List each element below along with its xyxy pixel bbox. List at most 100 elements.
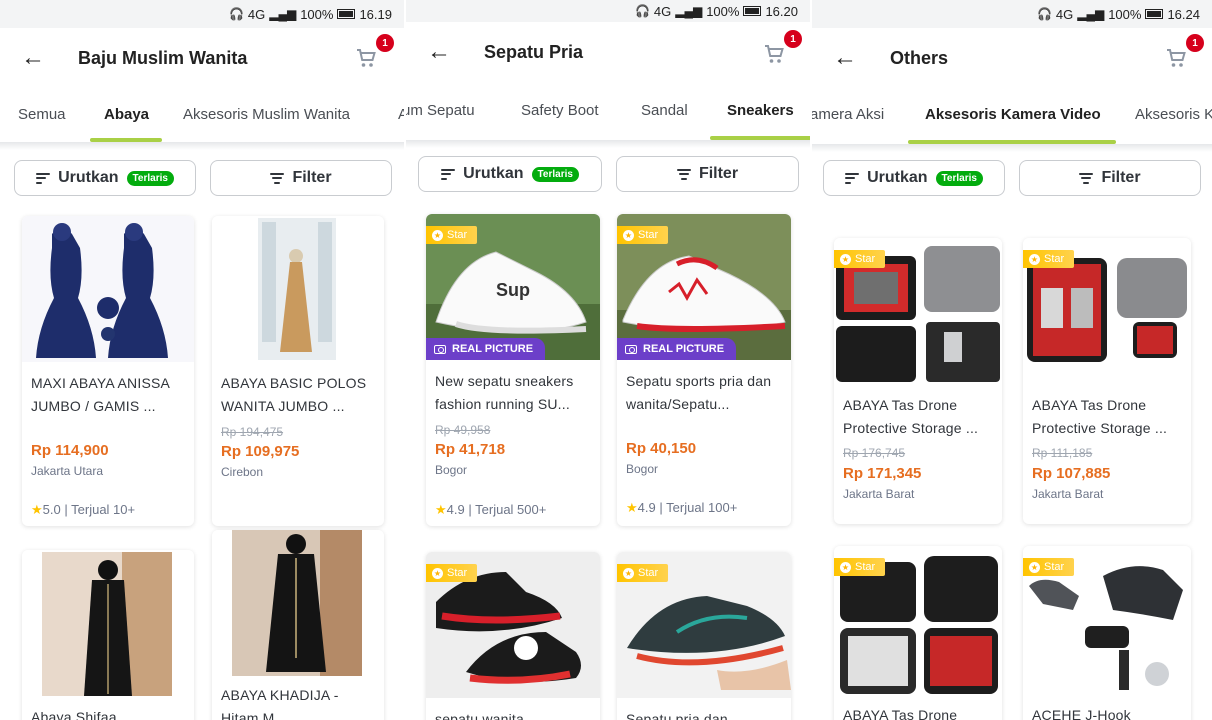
status-time: 16.19 xyxy=(359,6,392,22)
star-badge: ★ Star xyxy=(834,250,886,268)
tab-sneakers[interactable]: Sneakers xyxy=(727,102,794,119)
back-button[interactable]: ← xyxy=(422,35,456,69)
product-card[interactable]: ★ Star ACEHE J-Hook xyxy=(1023,546,1191,720)
tab-safety-boot[interactable]: Safety Boot xyxy=(521,102,599,119)
tab-aksesoris-muslim-wanita[interactable]: Aksesoris Muslim Wanita xyxy=(183,106,350,123)
shopping-cart-icon xyxy=(765,45,784,63)
sort-label: Urutkan xyxy=(58,169,119,186)
product-name: ABAYA KHADIJA - Hitam M xyxy=(221,687,339,720)
category-tabs: amera Aksi Aksesoris Kamera Video Akseso… xyxy=(812,92,1212,144)
star-badge: ★ Star xyxy=(426,564,478,582)
product-price: Rp 114,900 xyxy=(31,442,109,459)
svg-text:Sup: Sup xyxy=(496,280,530,300)
product-rating: ★4.9 | Terjual 500+ xyxy=(435,502,547,517)
sort-button[interactable]: Urutkan Terlaris xyxy=(14,160,196,196)
app-header: ← Baju Muslim Wanita xyxy=(0,28,404,88)
cart-count-badge: 1 xyxy=(376,34,394,52)
product-card[interactable]: Sup ★ Star REAL PICTURE New sepatu sneake… xyxy=(426,214,600,526)
star-icon: ★ xyxy=(623,567,634,579)
product-card[interactable]: ABAYA KHADIJA - Hitam M xyxy=(212,530,384,720)
status-time: 16.20 xyxy=(765,3,798,19)
product-location: Bogor xyxy=(435,463,468,477)
product-image: ★ Star xyxy=(1023,238,1191,384)
star-icon: ★ xyxy=(623,229,634,241)
star-badge: ★ Star xyxy=(1023,558,1075,576)
product-image xyxy=(22,216,194,362)
product-card[interactable]: ABAYA BASIC POLOS WANITA JUMBO ... Rp 19… xyxy=(212,216,384,526)
panel-divider xyxy=(404,0,406,720)
page-title: Baju Muslim Wanita xyxy=(78,47,248,68)
app-header: ← Others xyxy=(812,28,1212,88)
tab-aksesoris-kamera-video[interactable]: Aksesoris Kamera Video xyxy=(925,106,1101,123)
product-price: Rp 41,718 xyxy=(435,441,506,458)
filter-label: Filter xyxy=(1101,169,1141,186)
product-card[interactable]: ★ Star REAL PICTURE Sepatu sports pria da… xyxy=(617,214,791,526)
network-label: 4G xyxy=(653,3,672,19)
status-time: 16.24 xyxy=(1167,6,1200,22)
tab-semua[interactable]: Semua xyxy=(18,106,66,123)
battery-percent: 100% xyxy=(300,6,334,22)
cart-button[interactable]: 1 xyxy=(762,30,802,72)
tabs-shadow xyxy=(812,144,1212,152)
battery-percent: 100% xyxy=(1108,6,1142,22)
screen-others: 🎧 4G ▂▄▆ 100% 16.24 ← Others 1 amera Aks… xyxy=(812,0,1212,720)
star-icon: ★ xyxy=(840,253,851,265)
product-card[interactable]: ★ Star ABAYA Tas Drone Protective Storage… xyxy=(1023,238,1191,524)
headphone-icon: 🎧 xyxy=(1036,7,1052,21)
product-image: ★ Star xyxy=(1023,546,1191,696)
sort-pill: Terlaris xyxy=(935,170,983,186)
filter-lines-icon xyxy=(1079,172,1094,184)
signal-icon: ▂▄▆ xyxy=(269,7,297,21)
sort-lines-icon xyxy=(845,172,860,184)
sort-pill: Terlaris xyxy=(126,170,174,186)
back-button[interactable]: ← xyxy=(16,41,50,75)
product-image: ★ Star xyxy=(426,552,600,698)
tab-partial[interactable]: Aksesoris K xyxy=(1135,106,1212,123)
product-name: ACEHE J-Hook xyxy=(1032,707,1131,720)
product-image: Sup ★ Star REAL PICTURE xyxy=(426,214,600,360)
product-card[interactable]: ★ Star ABAYA Tas Drone xyxy=(834,546,1002,720)
product-image: ★ Star xyxy=(834,238,1002,384)
page-title: Others xyxy=(890,47,949,68)
filter-button[interactable]: Filter xyxy=(616,156,799,192)
product-card[interactable]: ★ Star Sepatu pria dan xyxy=(617,552,791,720)
sort-button[interactable]: Urutkan Terlaris xyxy=(823,160,1005,196)
product-price: Rp 40,150 xyxy=(626,440,697,457)
status-bar: 🎧 4G ▂▄▆ 100% 16.19 xyxy=(0,0,404,28)
product-location: Jakarta Barat xyxy=(843,487,915,501)
product-name: Sepatu pria dan xyxy=(626,711,728,720)
sort-pill: Terlaris xyxy=(531,166,579,182)
star-badge: ★ Star xyxy=(426,226,478,244)
tab-sandal[interactable]: Sandal xyxy=(641,102,688,119)
shopping-cart-icon xyxy=(1167,49,1186,67)
product-card[interactable]: MAXI ABAYA ANISSA JUMBO / GAMIS ... Rp 1… xyxy=(22,216,194,526)
tab-partial[interactable]: um Sepatu xyxy=(406,102,475,119)
sort-label: Urutkan xyxy=(463,165,524,182)
screen-sepatu-pria: 🎧 4G ▂▄▆ 100% 16.20 ← Sepatu Pria 1 um S… xyxy=(406,0,810,720)
product-card[interactable]: ★ Star ABAYA Tas Drone Protective Storage… xyxy=(834,238,1002,524)
star-badge: ★ Star xyxy=(617,226,669,244)
product-name: Sepatu sports pria dan wanita/Sepatu... xyxy=(626,373,772,412)
product-card[interactable]: ★ Star sepatu wanita xyxy=(426,552,600,720)
sort-button[interactable]: Urutkan Terlaris xyxy=(418,156,602,192)
screen-baju-muslim-wanita: 🎧 4G ▂▄▆ 100% 16.19 ← Baju Muslim Wanita… xyxy=(0,0,404,720)
filter-button[interactable]: Filter xyxy=(1019,160,1201,196)
product-card[interactable]: Abaya Shifaa xyxy=(22,550,194,720)
cart-button[interactable]: 1 xyxy=(1164,34,1204,76)
tab-partial[interactable]: amera Aksi xyxy=(812,106,884,123)
star-badge: ★ Star xyxy=(834,558,886,576)
product-location: Bogor xyxy=(626,462,659,476)
cart-button[interactable]: 1 xyxy=(354,34,394,76)
product-original-price: Rp 194,475 xyxy=(221,425,284,439)
product-price: Rp 171,345 xyxy=(843,465,922,482)
filter-lines-icon xyxy=(676,168,691,180)
page-title: Sepatu Pria xyxy=(484,41,584,62)
product-image xyxy=(22,550,194,696)
product-location: Cirebon xyxy=(221,465,264,479)
star-icon: ★ xyxy=(1029,253,1040,265)
filter-button[interactable]: Filter xyxy=(210,160,392,196)
product-name: Abaya Shifaa xyxy=(31,709,117,720)
back-button[interactable]: ← xyxy=(828,41,862,75)
headphone-icon: 🎧 xyxy=(634,4,650,18)
tab-abaya[interactable]: Abaya xyxy=(104,106,149,123)
